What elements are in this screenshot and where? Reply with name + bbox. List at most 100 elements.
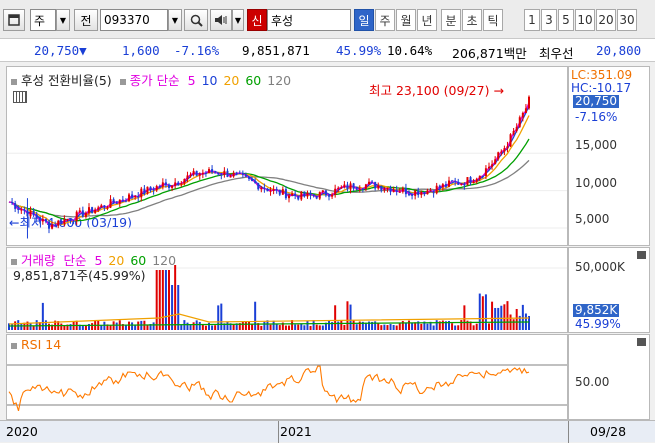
price-chart-panel[interactable]: 후성 전환비율(5) 종가 단순 5 10 20 60 120 최고 23,10… xyxy=(6,66,568,246)
candle-body xyxy=(41,218,44,222)
volume-bar xyxy=(321,325,324,330)
candle-body xyxy=(158,186,161,188)
volume-bar xyxy=(214,325,217,330)
trade-volume: 9,851,871 xyxy=(242,43,310,58)
candle-body xyxy=(103,205,106,208)
cursor-date: 09/28 xyxy=(590,424,627,439)
candle-body xyxy=(281,189,284,195)
minute-tab[interactable]: 3 xyxy=(541,9,557,31)
volume-bar xyxy=(457,325,460,330)
candle-body xyxy=(14,203,17,209)
candle-body xyxy=(143,188,146,194)
panel-menu-icon[interactable] xyxy=(637,338,646,346)
volume-bar xyxy=(478,293,481,330)
quote-bar: 20,750▼ 1,600 -7.16% 9,851,871 45.99% 10… xyxy=(0,38,655,62)
candle-body xyxy=(20,209,23,211)
search-icon[interactable] xyxy=(184,9,208,31)
period-tab[interactable]: 년 xyxy=(417,9,437,31)
candle-body xyxy=(380,185,383,191)
period-tab[interactable]: 분 xyxy=(441,9,461,31)
period-tab[interactable]: 틱 xyxy=(483,9,503,31)
candle-body xyxy=(488,166,490,169)
minute-tab[interactable]: 5 xyxy=(558,9,574,31)
candle-body xyxy=(84,212,87,217)
candle-body xyxy=(211,169,214,173)
date-axis: 2020 2021 09/28 xyxy=(0,420,655,443)
window-icon[interactable] xyxy=(3,9,25,31)
candle-body xyxy=(238,173,241,175)
candle-body xyxy=(152,189,155,191)
period-tab[interactable]: 초 xyxy=(462,9,482,31)
volume-bar xyxy=(441,320,444,330)
candle-body xyxy=(134,196,137,198)
stock-name-field[interactable]: 후성 xyxy=(267,9,351,31)
candle-body xyxy=(503,148,506,152)
candle-body xyxy=(521,112,524,118)
volume-bar xyxy=(460,320,463,330)
moving-average-line xyxy=(8,105,530,228)
candle-body xyxy=(54,224,57,226)
market-dropdown-icon[interactable]: ▼ xyxy=(56,9,70,31)
candle-body xyxy=(429,190,432,192)
candle-body xyxy=(149,186,152,190)
volume-bar xyxy=(352,320,355,330)
code-dropdown-icon[interactable]: ▼ xyxy=(168,9,182,31)
candle-body xyxy=(349,183,352,190)
volume-bar xyxy=(334,305,337,330)
volume-bar xyxy=(404,323,407,330)
market-select[interactable]: 주 xyxy=(30,9,56,31)
volume-bar xyxy=(131,322,134,330)
volume-bar xyxy=(297,324,300,330)
candle-body xyxy=(404,187,407,195)
volume-bar xyxy=(454,325,457,330)
speaker-dropdown-icon[interactable]: ▼ xyxy=(232,9,244,31)
rsi-chart-panel[interactable]: RSI 14 xyxy=(6,334,568,420)
candle-body xyxy=(475,178,478,182)
speaker-icon[interactable] xyxy=(210,9,232,31)
candle-body xyxy=(57,220,60,226)
volume-bar xyxy=(177,285,180,330)
candle-body xyxy=(198,173,201,176)
change-rate: -7.16% xyxy=(174,43,220,58)
candle-body xyxy=(306,192,309,197)
candle-body xyxy=(241,173,244,175)
minute-tab[interactable]: 30 xyxy=(617,9,637,31)
candle-body xyxy=(137,196,140,198)
candle-body xyxy=(106,207,109,209)
candle-body xyxy=(515,126,518,132)
candle-body xyxy=(66,219,69,221)
volume-bar xyxy=(420,323,423,330)
volume-chart-panel[interactable]: 거래량 단순 5 20 60 120 9,851,871주(45.99%) xyxy=(6,247,568,333)
candle-body xyxy=(94,209,97,213)
volume-bar xyxy=(174,265,177,330)
volume-bar xyxy=(488,323,490,330)
candle-body xyxy=(44,218,47,222)
candle-body xyxy=(161,182,164,187)
minute-tab[interactable]: 20 xyxy=(596,9,616,31)
period-tab[interactable]: 월 xyxy=(396,9,416,31)
volume-bar xyxy=(180,325,183,330)
candle-body xyxy=(395,190,398,192)
candle-body xyxy=(183,178,186,184)
candle-body xyxy=(192,170,195,175)
candle-body xyxy=(448,180,450,187)
panel-menu-icon[interactable] xyxy=(637,251,646,259)
candle-body xyxy=(389,187,392,193)
moving-average-line xyxy=(8,159,530,218)
volume-bar xyxy=(491,301,494,330)
minute-tab[interactable]: 1 xyxy=(524,9,540,31)
candle-body xyxy=(318,192,321,199)
period-tab[interactable]: 일 xyxy=(354,9,374,31)
stock-code-input[interactable]: 093370 xyxy=(100,9,168,31)
candle-body xyxy=(180,183,183,185)
candle-body xyxy=(75,211,78,221)
code-search-button[interactable]: 전 xyxy=(74,9,98,31)
volume-bar xyxy=(192,322,195,330)
candle-body xyxy=(451,180,454,182)
candle-body xyxy=(371,181,374,183)
candle-body xyxy=(78,210,81,212)
period-tab[interactable]: 주 xyxy=(375,9,395,31)
candle-body xyxy=(321,190,324,193)
minute-tab[interactable]: 10 xyxy=(575,9,595,31)
candle-body xyxy=(315,195,318,199)
